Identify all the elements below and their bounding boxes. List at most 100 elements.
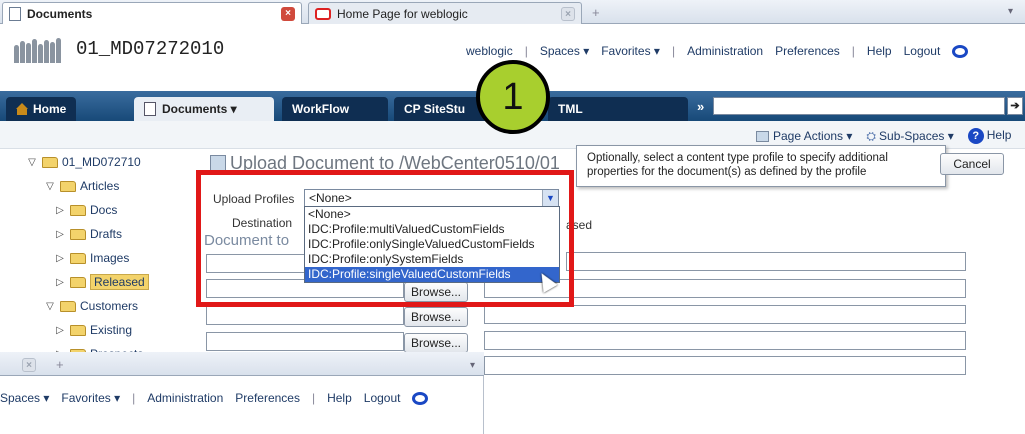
file-path-field[interactable]	[206, 332, 404, 351]
collapse-icon[interactable]: ▽	[44, 181, 56, 192]
help-label: Help	[986, 128, 1012, 142]
nav-favorites[interactable]: Favorites ▾	[61, 391, 120, 405]
tab-overflow-icon[interactable]: »	[697, 99, 704, 114]
nav-administration[interactable]: Administration	[147, 391, 223, 405]
description-field[interactable]	[484, 331, 966, 350]
folder-icon	[70, 228, 86, 240]
nav-help[interactable]: Help	[867, 44, 892, 58]
nav-administration[interactable]: Administration	[687, 44, 763, 58]
folder-icon	[60, 180, 76, 192]
document-icon	[9, 6, 21, 21]
browse-button[interactable]: Browse...	[404, 333, 468, 353]
secondary-top-nav: Spaces ▾ Favorites ▾ | Administration Pr…	[0, 391, 429, 405]
folder-icon	[60, 300, 76, 312]
tab-overflow-icon[interactable]: ▾	[1008, 6, 1013, 17]
close-icon[interactable]: ×	[22, 358, 36, 372]
file-path-field[interactable]	[206, 306, 404, 325]
tab-home[interactable]: Home	[6, 97, 77, 121]
secondary-tab-strip	[0, 352, 484, 376]
folder-icon	[70, 204, 86, 216]
close-icon[interactable]: ×	[561, 6, 575, 21]
folder-tree: ▽ 01_MD072710 ▽ Articles ▷ Docs ▷ Drafts ▷ Im…	[26, 150, 196, 366]
upload-icon	[210, 155, 226, 171]
oracle-icon	[315, 7, 331, 20]
new-tab-icon[interactable]: +	[592, 5, 600, 20]
tree-item-released[interactable]: ▷ Released	[26, 270, 196, 294]
tab-html[interactable]: TML	[548, 97, 688, 121]
tree-label: Existing	[90, 323, 133, 337]
page-icon	[756, 131, 769, 142]
tree-label: 01_MD072710	[62, 155, 141, 169]
tooltip-line: properties for the document(s) as define…	[587, 166, 867, 178]
nav-logout[interactable]: Logout	[364, 391, 401, 405]
go-arrow-icon[interactable]: ➔	[1007, 97, 1023, 115]
expand-icon[interactable]: ▷	[54, 253, 66, 264]
page-actions-menu[interactable]: Page Actions ▾	[756, 129, 852, 143]
tab-documents[interactable]: Documents ▾	[134, 97, 274, 121]
expand-icon[interactable]: ▷	[54, 205, 66, 216]
cancel-button[interactable]: Cancel	[940, 153, 1004, 175]
folder-icon	[70, 252, 86, 264]
nav-spaces[interactable]: Spaces ▾	[0, 391, 49, 405]
close-icon[interactable]: ×	[281, 6, 295, 21]
site-title: 01_MD07272010	[76, 38, 225, 60]
sub-spaces-menu[interactable]: ⛭ Sub-Spaces ▾	[866, 129, 953, 144]
tab-label: Home	[33, 102, 67, 116]
search-input[interactable]	[713, 97, 1005, 115]
nav-preferences[interactable]: Preferences	[235, 391, 300, 405]
tab-workflow[interactable]: WorkFlow	[282, 97, 388, 121]
tree-label: Customers	[80, 299, 139, 313]
tab-label: Documents ▾	[162, 102, 237, 116]
tree-item-existing[interactable]: ▷ Existing	[26, 318, 196, 342]
tooltip-line: Optionally, select a content type profil…	[587, 152, 888, 164]
description-field[interactable]	[566, 252, 966, 271]
nav-logout[interactable]: Logout	[904, 44, 941, 58]
browser-tab-weblogic[interactable]: Home Page for weblogic ×	[308, 2, 582, 24]
user-link[interactable]: weblogic	[466, 44, 513, 58]
tree-item-drafts[interactable]: ▷ Drafts	[26, 222, 196, 246]
tab-cp-sitestudio[interactable]: CP SiteStu	[394, 97, 484, 121]
tree-item-articles[interactable]: ▽ Articles	[26, 174, 196, 198]
nav-spaces[interactable]: Spaces ▾	[540, 44, 589, 58]
tree-label: Released	[90, 274, 149, 290]
browse-button[interactable]: Browse...	[404, 307, 468, 327]
description-field[interactable]	[484, 356, 966, 375]
oracle-logo-icon	[952, 44, 969, 58]
tree-label: Drafts	[90, 227, 123, 241]
oracle-logo-icon	[412, 391, 429, 405]
tab-label: WorkFlow	[292, 102, 350, 116]
tree-item-images[interactable]: ▷ Images	[26, 246, 196, 270]
sub-spaces-icon: ⛭	[866, 128, 877, 143]
home-icon	[16, 103, 28, 115]
expand-icon[interactable]: ▷	[54, 229, 66, 240]
expand-icon[interactable]: ▷	[54, 325, 66, 336]
nav-favorites[interactable]: Favorites ▾	[601, 44, 660, 58]
top-nav: weblogic | Spaces ▾ Favorites ▾ | Admini…	[466, 44, 969, 58]
tab-overflow-icon[interactable]: ▾	[470, 360, 475, 371]
browser-tab-documents[interactable]: Documents ×	[2, 2, 302, 24]
help-link[interactable]: ? Help	[967, 128, 1012, 144]
collapse-icon[interactable]: ▽	[26, 157, 38, 168]
folder-icon	[70, 324, 86, 336]
description-field[interactable]	[484, 305, 966, 324]
nav-help[interactable]: Help	[327, 391, 352, 405]
sub-spaces-label: Sub-Spaces ▾	[879, 128, 954, 143]
document-icon	[144, 102, 156, 116]
new-tab-icon[interactable]: +	[56, 357, 64, 372]
tab-label: CP SiteStu	[404, 102, 466, 116]
tree-item-customers[interactable]: ▽ Customers	[26, 294, 196, 318]
expand-icon[interactable]: ▷	[54, 277, 66, 288]
tree-item-01-md072710[interactable]: ▽ 01_MD072710	[26, 150, 196, 174]
tree-item-docs[interactable]: ▷ Docs	[26, 198, 196, 222]
browser-tab-label: Home Page for weblogic	[337, 6, 468, 21]
nav-preferences[interactable]: Preferences	[775, 44, 840, 58]
page-actions-bar: Page Actions ▾ ⛭ Sub-Spaces ▾ ? Help	[756, 128, 1011, 144]
collapse-icon[interactable]: ▽	[44, 301, 56, 312]
folder-icon	[42, 156, 58, 168]
tree-label: Images	[90, 251, 130, 265]
people-logo-icon	[14, 37, 66, 63]
browser-tab-label: Documents	[27, 6, 93, 21]
profile-tooltip: Optionally, select a content type profil…	[576, 145, 946, 187]
tab-label: TML	[558, 102, 583, 116]
tree-label: Docs	[90, 203, 118, 217]
